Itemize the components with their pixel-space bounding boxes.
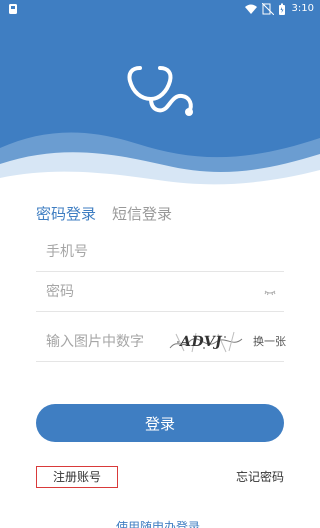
password-input[interactable]	[46, 272, 236, 312]
header: 3:10	[0, 0, 320, 190]
password-visibility-icon[interactable]	[264, 286, 276, 298]
refresh-captcha-button[interactable]: 换一张	[253, 334, 287, 350]
forgot-password-link[interactable]: 忘记密码	[220, 467, 284, 487]
password-field[interactable]	[36, 272, 284, 312]
captcha-field[interactable]: ADVJ 换一张	[36, 322, 287, 362]
status-bar: 3:10	[0, 0, 320, 18]
alternate-login-link[interactable]: 使用随申办登录	[116, 518, 216, 528]
captcha-image[interactable]: ADVJ	[168, 330, 244, 354]
login-screen: 3:10 密码登录 短信登录 手机号 输入图片中数字 ADVJ 换一张 登录 注…	[0, 0, 320, 528]
system-status-icons: 3:10	[244, 0, 314, 18]
captcha-input[interactable]	[46, 322, 172, 362]
captcha-text: ADVJ	[178, 334, 224, 350]
login-button[interactable]: 登录	[36, 404, 284, 442]
stethoscope-logo-icon	[127, 66, 193, 116]
status-time: 3:10	[291, 3, 314, 14]
tab-password-login[interactable]: 密码登录	[36, 202, 96, 226]
phone-field[interactable]	[36, 232, 284, 272]
battery-icon	[278, 3, 285, 15]
wifi-icon	[244, 4, 257, 14]
signal-off-icon	[261, 3, 274, 15]
login-tabs: 密码登录 短信登录	[36, 202, 172, 226]
header-wave	[0, 132, 320, 190]
phone-input[interactable]	[46, 232, 266, 272]
android-status-icon	[6, 0, 26, 18]
tab-sms-login[interactable]: 短信登录	[112, 202, 172, 226]
register-account-link[interactable]: 注册账号	[36, 466, 118, 488]
